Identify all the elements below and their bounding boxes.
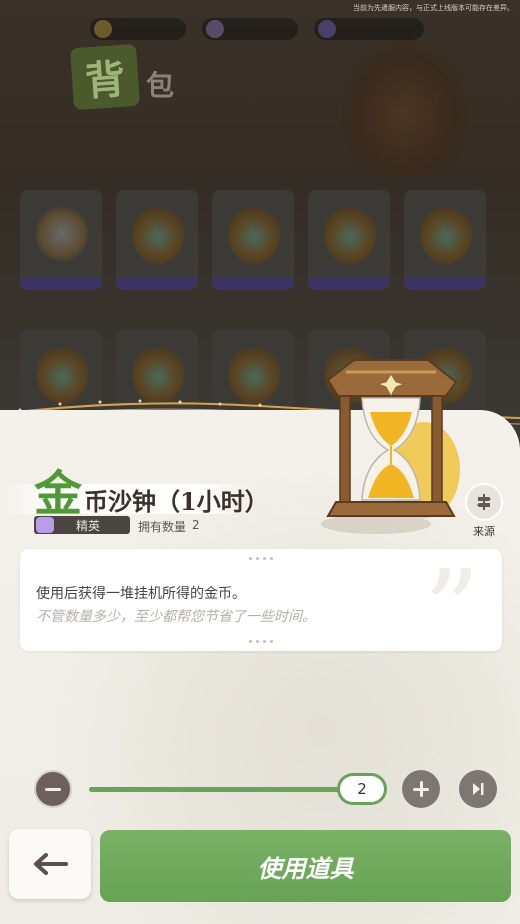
flavor-text: 不管数量多少，至少都帮您节省了一些时间。 <box>36 609 316 625</box>
quantity-value: 2 <box>340 776 384 802</box>
item-title: 金 币沙钟（1小时） <box>34 454 269 524</box>
rarity-label: 精英 <box>76 518 101 533</box>
signpost-icon <box>477 494 491 510</box>
quote-decoration: ” <box>423 546 480 674</box>
owned-quantity: 拥有数量 2 <box>138 518 200 535</box>
bag-title-big: 背 <box>69 43 141 111</box>
rarity-gem-icon <box>36 517 54 533</box>
inventory-slot <box>308 190 390 290</box>
rarity-badge: 精英 <box>34 516 130 534</box>
back-button[interactable] <box>9 829 91 899</box>
diamond-currency <box>202 18 298 40</box>
description-card: ” 使用后获得一堆挂机所得的金币。 不管数量多少，至少都帮您节省了一些时间。 <box>20 549 502 665</box>
back-arrow-icon <box>34 853 68 875</box>
source-button[interactable] <box>465 483 503 521</box>
card-top-dots <box>249 557 273 560</box>
max-quantity-button[interactable] <box>459 770 497 808</box>
inventory-slot <box>20 190 102 290</box>
quantity-slider-track[interactable] <box>89 787 359 792</box>
skip-to-end-icon <box>473 783 484 795</box>
inventory-slot <box>116 190 198 290</box>
hourglass-illustration <box>321 359 460 534</box>
quantity-slider-knob[interactable]: 2 <box>337 773 387 805</box>
use-item-button[interactable]: 使用道具 <box>100 830 511 902</box>
increase-button[interactable] <box>402 770 440 808</box>
source-label: 来源 <box>473 525 495 538</box>
decrease-button[interactable] <box>34 770 72 808</box>
bag-title-small: 包 <box>146 69 175 102</box>
quantity-slider-fill <box>89 787 354 792</box>
owned-label: 拥有数量 <box>138 520 187 534</box>
owned-count: 2 <box>192 518 200 532</box>
gold-currency <box>90 18 186 40</box>
ticket-currency <box>314 18 424 40</box>
item-title-first-char: 金 <box>34 466 83 522</box>
inventory-slot <box>212 190 294 290</box>
description-text: 使用后获得一堆挂机所得的金币。 <box>36 586 246 602</box>
bag-title: 背 包 <box>69 43 175 111</box>
card-bottom-dots <box>249 640 273 643</box>
inventory-slot <box>404 190 486 290</box>
minus-icon <box>45 787 61 791</box>
item-title-rest: 币沙钟（1小时） <box>84 487 269 516</box>
backpack-illustration <box>340 40 470 175</box>
prerelease-notice: 当前为先遣服内容，与正式上线版本可能存在差异。 <box>353 4 514 12</box>
